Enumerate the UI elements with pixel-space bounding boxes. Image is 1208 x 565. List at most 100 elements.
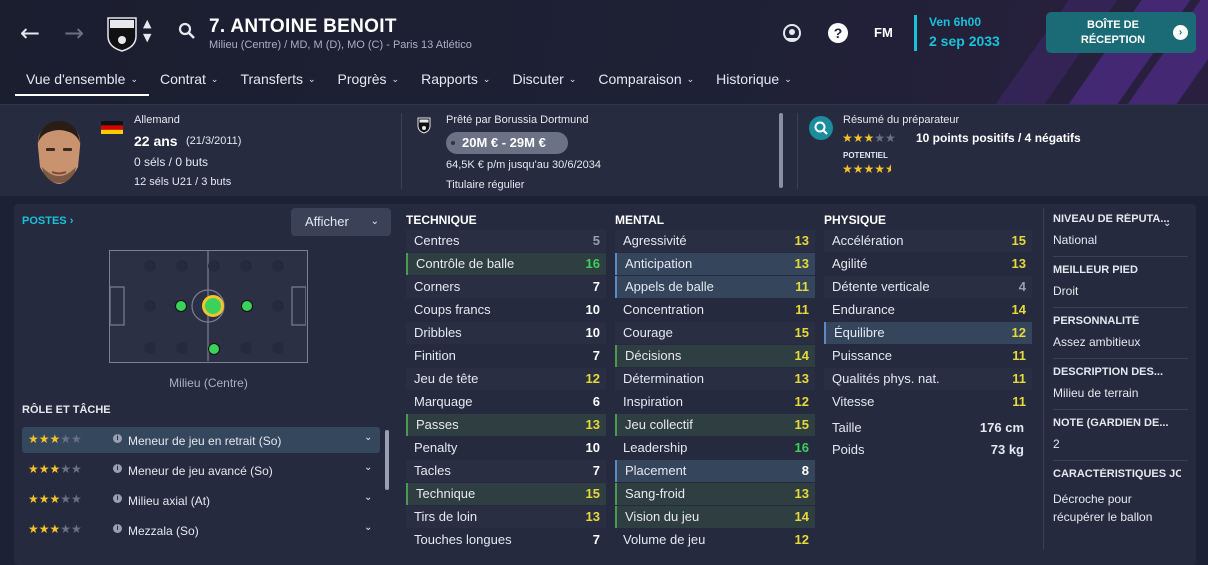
attribute-row[interactable]: Jeu collectif 15 [615,414,815,436]
attribute-name: Technique [416,486,476,501]
info-scrollbar[interactable] [779,113,783,188]
attribute-row[interactable]: Vitesse 11 [824,391,1032,413]
germany-flag-icon [101,121,123,134]
attribute-row[interactable]: Centres 5 [406,230,606,252]
role-stars: ★★★★★ [28,462,82,476]
role-item[interactable]: ★★★★★ i Milieu axial (At) ⌄ [22,487,380,513]
attribute-value: 13 [794,486,809,501]
attribute-row[interactable]: Détente verticale 4 [824,276,1032,298]
chevron-down-icon[interactable]: ⌄ [364,492,372,503]
attribute-name: Endurance [832,302,895,317]
attribute-row[interactable]: Coups francs 10 [406,299,606,321]
chevron-down-icon[interactable]: ⌄ [364,432,372,443]
weight-value: 73 kg [990,442,1024,457]
attribute-row[interactable]: Penalty 10 [406,437,606,459]
help-icon[interactable]: ? [827,22,849,44]
attribute-row[interactable]: Équilibre 12 [824,322,1032,344]
attribute-row[interactable]: Leadership 16 [615,437,815,459]
role-item[interactable]: ★★★★★ i Mezzala (So) ⌄ [22,517,380,543]
position-dot-natural[interactable] [208,343,220,355]
fm-menu-button[interactable]: FM [874,25,893,40]
position-dot-natural[interactable] [175,300,187,312]
tab-1[interactable]: Contrat ⌄ [149,70,229,96]
attribute-row[interactable]: Marquage 6 [406,391,606,413]
chevron-down-icon: ⌄ [568,75,577,85]
attribute-row[interactable]: Technique 15 [406,483,606,505]
info-icon[interactable]: i [113,464,122,473]
forward-button[interactable]: → [61,20,87,46]
info-icon[interactable]: i [113,434,122,443]
tab-6[interactable]: Comparaison ⌄ [587,70,705,96]
chevron-down-icon[interactable]: ⌄ [364,522,372,533]
roles-scrollbar[interactable] [385,430,389,490]
attribute-row[interactable]: Jeu de tête 12 [406,368,606,390]
tab-3[interactable]: Progrès ⌄ [327,70,411,96]
inbox-button[interactable]: BOÎTE DE RÉCEPTION › [1046,12,1196,53]
attribute-row[interactable]: Touches longues 7 [406,529,606,551]
info-icon[interactable]: i [113,524,122,533]
search-icon[interactable] [178,22,196,40]
attribute-row[interactable]: Concentration 11 [615,299,815,321]
squad-status: Titulaire régulier [446,179,525,191]
attribute-name: Volume de jeu [623,532,706,547]
tab-7[interactable]: Historique ⌄ [705,70,803,96]
attribute-row[interactable]: Inspiration 12 [615,391,815,413]
attribute-row[interactable]: Endurance 14 [824,299,1032,321]
position-dot-current[interactable] [202,295,224,317]
attribute-row[interactable]: Agressivité 13 [615,230,815,252]
attribute-row[interactable]: Puissance 11 [824,345,1032,367]
loan-info[interactable]: Prêté par Borussia Dortmund [446,114,588,126]
description-value: Milieu de terrain [1053,386,1139,400]
football-icon[interactable] [781,22,803,44]
game-date[interactable]: Ven 6h00 2 sep 2033 [914,15,1000,51]
attribute-value: 10 [585,325,600,340]
attribute-row[interactable]: Volume de jeu 12 [615,529,815,551]
show-dropdown[interactable]: Afficher ⌄ [291,208,391,236]
attribute-row[interactable]: Passes 13 [406,414,606,436]
attribute-row[interactable]: Accélération 15 [824,230,1032,252]
physique-title: PHYSIQUE [824,213,887,227]
chevron-down-icon: ⌄ [210,75,219,85]
info-icon[interactable]: i [113,494,122,503]
tab-5[interactable]: Discuter ⌄ [501,70,587,96]
position-dot-natural[interactable] [241,300,253,312]
attribute-row[interactable]: Vision du jeu 14 [615,506,815,528]
role-item[interactable]: ★★★★★ i Meneur de jeu en retrait (So) ⌄ [22,427,380,453]
value-badge: 20M € - 29M € [446,132,568,154]
weight-row: Poids 73 kg [824,439,1032,461]
attribute-row[interactable]: Tacles 7 [406,460,606,482]
attribute-row[interactable]: Sang-froid 13 [615,483,815,505]
attribute-row[interactable]: Anticipation 13 [615,253,815,275]
attribute-row[interactable]: Courage 15 [615,322,815,344]
attribute-row[interactable]: Tirs de loin 13 [406,506,606,528]
role-item[interactable]: ★★★★★ i Meneur de jeu avancé (So) ⌄ [22,457,380,483]
attribute-name: Coups francs [414,302,491,317]
tab-0[interactable]: Vue d'ensemble ⌄ [15,70,149,96]
tab-4[interactable]: Rapports ⌄ [410,70,501,96]
attribute-value: 12 [585,371,600,386]
best-foot-label: MEILLEUR PIED [1053,264,1138,276]
player-info-bar: Allemand 22 ans (21/3/2011) 0 séls / 0 b… [0,104,1208,196]
player-switch-arrows[interactable]: ▲ ▼ [143,17,155,45]
tab-2[interactable]: Transferts ⌄ [229,70,326,96]
attribute-row[interactable]: Finition 7 [406,345,606,367]
attribute-row[interactable]: Agilité 13 [824,253,1032,275]
chevron-down-icon: ⌄ [686,75,695,85]
attribute-row[interactable]: Qualités phys. nat. 11 [824,368,1032,390]
chevron-down-icon[interactable]: ⌄ [1163,218,1171,229]
coach-report-button[interactable] [809,116,833,140]
chevron-down-icon[interactable]: ⌄ [364,462,372,473]
player-subtitle[interactable]: Milieu (Centre) / MD, M (D), MO (C) - Pa… [209,39,472,51]
attribute-row[interactable]: Décisions 14 [615,345,815,367]
attribute-row[interactable]: Corners 7 [406,276,606,298]
role-label: Meneur de jeu avancé (So) [128,464,273,478]
attribute-row[interactable]: Appels de balle 11 [615,276,815,298]
attribute-row[interactable]: Dribbles 10 [406,322,606,344]
attribute-name: Agressivité [623,233,687,248]
attribute-row[interactable]: Détermination 13 [615,368,815,390]
attribute-row[interactable]: Contrôle de balle 16 [406,253,606,275]
positions-link[interactable]: POSTES › [22,215,73,227]
attribute-value: 7 [592,348,600,363]
back-button[interactable]: ← [17,20,43,46]
attribute-row[interactable]: Placement 8 [615,460,815,482]
